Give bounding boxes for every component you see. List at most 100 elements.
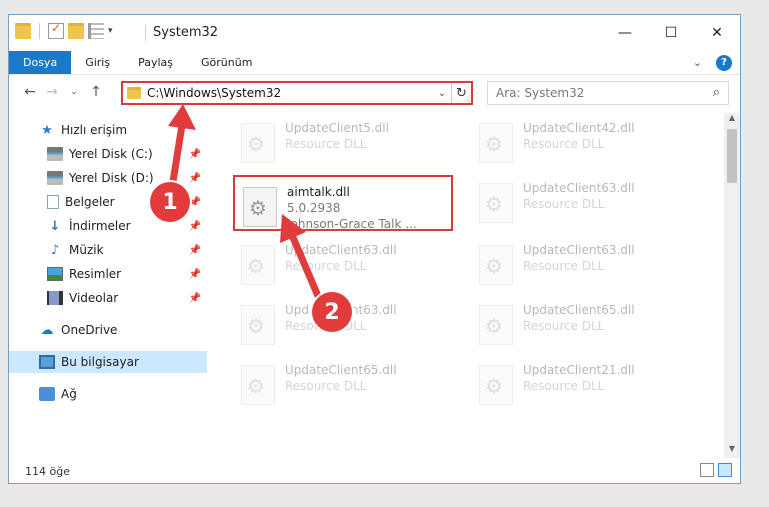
sidebar-item-label: Ağ xyxy=(61,387,77,401)
title-bar: ▾ System32 — ☐ ✕ xyxy=(9,15,740,51)
dll-file-icon xyxy=(241,123,275,163)
address-bar[interactable]: C:\Windows\System32 ⌄ ↻ xyxy=(121,81,473,105)
file-name: UpdateClient21.dll xyxy=(523,363,635,377)
dll-file-icon xyxy=(479,305,513,345)
search-input[interactable]: Ara: System32 ⌕ xyxy=(487,81,729,105)
refresh-icon[interactable]: ↻ xyxy=(451,83,471,103)
dll-file-icon xyxy=(479,245,513,285)
pin-icon[interactable]: 📌 xyxy=(189,173,201,184)
toolbar-divider xyxy=(39,23,40,39)
sidebar-item-videos[interactable]: Videolar 📌 xyxy=(9,287,207,309)
explorer-window: ▾ System32 — ☐ ✕ Dosya Giriş Paylaş Görü… xyxy=(8,14,741,484)
title-divider xyxy=(145,25,146,41)
file-type: Resource DLL xyxy=(523,319,605,333)
dll-file-icon xyxy=(241,365,275,405)
sidebar-item-this-pc[interactable]: Bu bilgisayar xyxy=(9,351,207,373)
dll-file-icon xyxy=(479,123,513,163)
cloud-icon: ☁ xyxy=(40,322,54,338)
back-arrow-icon[interactable]: ← xyxy=(19,84,41,100)
help-icon[interactable]: ? xyxy=(716,54,732,71)
tab-home[interactable]: Giriş xyxy=(71,51,124,74)
document-icon xyxy=(47,195,59,209)
chevron-down-icon[interactable]: ⌄ xyxy=(433,88,451,99)
sidebar-item-label: Bu bilgisayar xyxy=(61,355,139,369)
dll-file-icon xyxy=(479,365,513,405)
list-item[interactable]: UpdateClient63.dll Resource DLL xyxy=(471,173,691,229)
list-item[interactable]: UpdateClient5.dll Resource DLL xyxy=(233,113,453,169)
address-path[interactable]: C:\Windows\System32 xyxy=(147,86,433,100)
recent-locations-icon[interactable]: ⌄ xyxy=(63,87,85,97)
pin-icon[interactable]: 📌 xyxy=(189,293,201,304)
music-icon: ♪ xyxy=(50,242,60,258)
vertical-scrollbar[interactable]: ▲ ▼ xyxy=(724,113,740,458)
ribbon-tabs: Dosya Giriş Paylaş Görünüm ⌄ ? xyxy=(9,51,740,75)
file-type: Resource DLL xyxy=(285,379,367,393)
folder-icon xyxy=(127,87,141,99)
window-controls: — ☐ ✕ xyxy=(602,15,740,51)
sidebar-item-label: Resimler xyxy=(69,267,122,281)
pin-icon[interactable]: 📌 xyxy=(189,149,201,160)
close-button[interactable]: ✕ xyxy=(694,15,740,51)
file-type: Resource DLL xyxy=(523,197,605,211)
item-count: 114 öğe xyxy=(25,464,70,478)
computer-icon xyxy=(39,355,55,369)
properties-check-icon[interactable] xyxy=(48,21,64,39)
list-item[interactable]: UpdateClient63.dll Resource DLL xyxy=(471,235,691,291)
properties-icon[interactable] xyxy=(88,23,104,39)
view-switcher xyxy=(700,463,732,477)
step-marker-1: 1 xyxy=(150,182,190,222)
maximize-button[interactable]: ☐ xyxy=(648,15,694,51)
file-type: Resource DLL xyxy=(523,379,605,393)
list-item[interactable]: UpdateClient63.dll Resource DLL xyxy=(233,235,453,291)
minimize-button[interactable]: — xyxy=(602,15,648,51)
tab-file[interactable]: Dosya xyxy=(9,51,72,74)
sidebar-item-label: Hızlı erişim xyxy=(61,123,128,137)
sidebar-item-label: Belgeler xyxy=(65,195,115,209)
status-bar: 114 öğe xyxy=(9,459,740,483)
pin-icon[interactable]: 📌 xyxy=(189,269,201,280)
sidebar-item-label: İndirmeler xyxy=(69,219,131,233)
pin-icon[interactable]: 📌 xyxy=(189,221,201,232)
sidebar-item-quick-access[interactable]: ★ Hızlı erişim xyxy=(9,119,207,141)
sidebar-item-onedrive[interactable]: ☁ OneDrive xyxy=(9,319,207,341)
new-folder-icon[interactable] xyxy=(68,23,84,39)
drive-icon xyxy=(47,147,63,161)
expand-ribbon-icon[interactable]: ⌄ xyxy=(693,56,702,69)
dll-file-icon xyxy=(479,183,513,223)
tab-share[interactable]: Paylaş xyxy=(124,51,187,74)
navigation-pane: ★ Hızlı erişim Yerel Disk (C:) 📌 Yerel D… xyxy=(9,115,209,460)
list-item-aimtalk[interactable]: aimtalk.dll 5.0.2938 Johnson-Grace Talk … xyxy=(233,175,453,231)
pin-icon[interactable]: 📌 xyxy=(189,245,201,256)
sidebar-item-label: Müzik xyxy=(69,243,104,257)
navigation-bar: ← → ⌄ ↑ C:\Windows\System32 ⌄ ↻ Ara: Sys… xyxy=(9,75,740,109)
pin-icon[interactable]: 📌 xyxy=(189,197,201,208)
search-icon[interactable]: ⌕ xyxy=(713,85,720,100)
list-item[interactable]: UpdateClient42.dll Resource DLL xyxy=(471,113,691,169)
details-view-icon[interactable] xyxy=(700,463,714,477)
customize-toolbar-icon[interactable]: ▾ xyxy=(108,26,113,36)
download-icon: ↓ xyxy=(49,218,61,234)
large-icons-view-icon[interactable] xyxy=(718,463,732,477)
drive-icon xyxy=(47,171,63,185)
file-name: UpdateClient63.dll xyxy=(285,243,397,257)
file-list: UpdateClient5.dll Resource DLL aimtalk.d… xyxy=(215,113,725,458)
file-name: UpdateClient42.dll xyxy=(523,121,635,135)
scroll-thumb[interactable] xyxy=(727,129,737,183)
list-item[interactable]: UpdateClient65.dll Resource DLL xyxy=(233,355,453,411)
scroll-down-icon[interactable]: ▼ xyxy=(724,444,740,458)
ribbon-right: ⌄ ? xyxy=(693,51,740,74)
sidebar-item-disk-c[interactable]: Yerel Disk (C:) 📌 xyxy=(9,143,207,165)
tab-view[interactable]: Görünüm xyxy=(187,51,266,74)
file-description: Johnson-Grace Talk ... xyxy=(287,217,417,231)
sidebar-item-pictures[interactable]: Resimler 📌 xyxy=(9,263,207,285)
sidebar-item-network[interactable]: Ağ xyxy=(9,383,207,405)
up-arrow-icon[interactable]: ↑ xyxy=(85,84,107,100)
sidebar-item-music[interactable]: ♪ Müzik 📌 xyxy=(9,239,207,261)
scroll-up-icon[interactable]: ▲ xyxy=(724,113,740,127)
file-version: 5.0.2938 xyxy=(287,201,341,215)
file-name: UpdateClient63.dll xyxy=(523,243,635,257)
forward-arrow-icon[interactable]: → xyxy=(41,84,63,100)
list-item[interactable]: UpdateClient21.dll Resource DLL xyxy=(471,355,691,411)
quick-access-toolbar: ▾ xyxy=(15,21,113,39)
list-item[interactable]: UpdateClient65.dll Resource DLL xyxy=(471,295,691,351)
